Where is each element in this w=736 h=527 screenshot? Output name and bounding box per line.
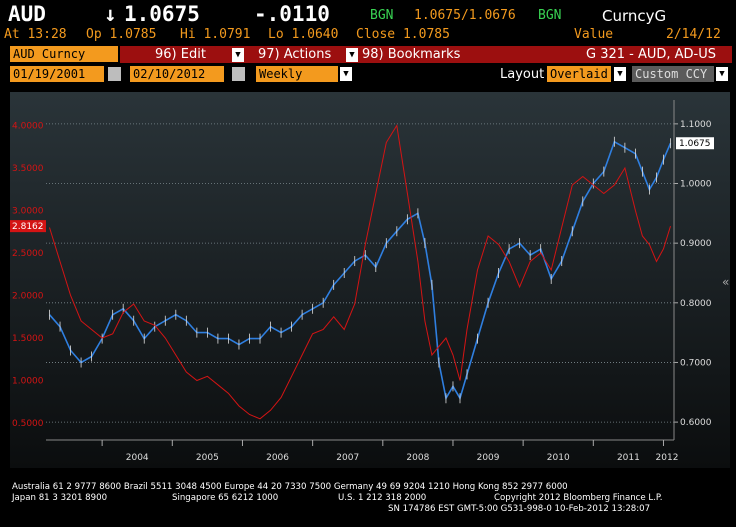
value-date: 2/14/12	[666, 27, 721, 42]
actions-dropdown-icon[interactable]: ▼	[346, 48, 358, 62]
price-chart[interactable]: 0.5000 1.0000 1.5000 2.0000 2.5000 3.0000 3.50…	[10, 92, 730, 468]
end-date-field[interactable]: 02/10/2012	[130, 66, 224, 82]
layout-dropdown-icon[interactable]: ▼	[614, 67, 626, 81]
x-tick-label: 2005	[196, 453, 219, 463]
ticker-bar: AUD ↓ 1.0675 -.0110 BGN 1.0675/1.0676 BG…	[0, 0, 736, 26]
left-tick-label: 2.0000	[12, 292, 44, 302]
down-arrow-icon: ↓	[104, 2, 117, 26]
left-tick-label: 3.5000	[12, 164, 44, 174]
chart-id: G 321 - AUD, AD-US	[586, 47, 717, 62]
right-price-tag-label: 1.0675	[679, 139, 711, 149]
ticker-symbol: AUD	[8, 2, 46, 26]
security-field[interactable]: AUD Curncy	[10, 46, 118, 62]
collapse-arrow-icon[interactable]: «	[722, 275, 729, 289]
currency-select[interactable]: Custom CCY	[632, 66, 714, 82]
right-tick-label: 0.6000	[680, 418, 712, 428]
x-tick-label: 2012	[656, 453, 679, 463]
left-price-tag-label: 2.8162	[12, 222, 44, 232]
ticker-change: -.0110	[254, 2, 330, 26]
edit-menu[interactable]: 96) Edit	[155, 46, 206, 63]
start-date-field[interactable]: 01/19/2001	[10, 66, 104, 82]
right-tick-label: 1.0000	[680, 180, 712, 190]
range-bar: 01/19/2001 02/10/2012 Weekly ▼ Layout Ov…	[0, 66, 736, 84]
x-tick-label: 2006	[266, 453, 289, 463]
x-tick-label: 2009	[477, 453, 500, 463]
calendar-icon[interactable]	[232, 67, 245, 81]
right-tick-label: 0.9000	[680, 239, 712, 249]
period-select[interactable]: Weekly	[256, 66, 338, 82]
left-tick-label: 0.5000	[12, 419, 44, 429]
left-tick-label: 2.5000	[12, 249, 44, 259]
calendar-icon[interactable]	[108, 67, 121, 81]
right-tick-label: 1.1000	[680, 120, 712, 130]
layout-select[interactable]: Overlaid	[547, 66, 611, 82]
layout-label: Layout	[500, 67, 545, 82]
menu-bar: AUD Curncy 96) Edit ▼ 97) Actions ▼ 98) …	[0, 46, 736, 64]
quote-open: Op 1.0785	[86, 27, 157, 42]
left-tick-label: 1.5000	[12, 334, 44, 344]
x-tick-label: 2004	[126, 453, 149, 463]
footer-japan: Japan 81 3 3201 8900	[12, 493, 108, 503]
x-tick-label: 2011	[617, 453, 640, 463]
quote-low: Lo 1.0640	[268, 27, 339, 42]
footer-contacts: Australia 61 2 9777 8600 Brazil 5511 304…	[12, 482, 568, 492]
edit-dropdown-icon[interactable]: ▼	[232, 48, 244, 62]
actions-menu[interactable]: 97) Actions	[258, 46, 331, 63]
value-label: Value	[574, 27, 614, 42]
x-tick-label: 2007	[336, 453, 359, 463]
footer-singapore: Singapore 65 6212 1000	[172, 493, 279, 503]
footer-us: U.S. 1 212 318 2000	[338, 493, 427, 503]
ticker-source: BGN	[370, 8, 394, 23]
footer-copyright: Copyright 2012 Bloomberg Finance L.P.	[494, 493, 663, 503]
quote-close: Close 1.0785	[356, 27, 450, 42]
right-tick-label: 0.8000	[680, 299, 712, 309]
right-tick-label: 0.7000	[680, 358, 712, 368]
quote-line: At 13:28 Op 1.0785 Hi 1.0791 Lo 1.0640 C…	[0, 26, 736, 44]
ticker-source-2: BGN	[538, 8, 562, 23]
currency-dropdown-icon[interactable]: ▼	[716, 67, 728, 81]
ticker-price: 1.0675	[124, 2, 200, 26]
left-tick-label: 1.0000	[12, 377, 44, 387]
quote-high: Hi 1.0791	[180, 27, 251, 42]
ticker-function: CurncyG	[602, 7, 667, 25]
left-tick-label: 3.0000	[12, 207, 44, 217]
period-dropdown-icon[interactable]: ▼	[340, 67, 352, 81]
x-tick-label: 2010	[547, 453, 570, 463]
quote-time: At 13:28	[4, 27, 67, 42]
x-tick-label: 2008	[406, 453, 429, 463]
left-tick-label: 4.0000	[12, 122, 44, 132]
chart-background	[10, 92, 730, 468]
ticker-bidask: 1.0675/1.0676	[414, 8, 516, 23]
bookmarks-menu[interactable]: 98) Bookmarks	[362, 46, 460, 63]
footer-session: SN 174786 EST GMT-5:00 G531-998-0 10-Feb…	[388, 504, 651, 514]
